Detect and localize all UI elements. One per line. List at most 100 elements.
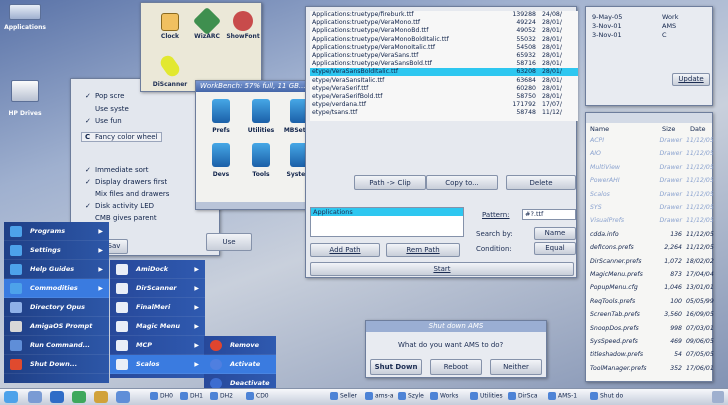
dir-row[interactable]: MagicMenu.prefs 873 17/04/04 bbox=[588, 271, 714, 279]
file-row[interactable]: Applications:truetype/VeraMonoBoldItalic… bbox=[310, 36, 578, 44]
file-list[interactable]: Applications:truetype/fireburk.ttf 139288… bbox=[310, 11, 578, 121]
start-button[interactable]: Start bbox=[310, 262, 574, 276]
dir-title-bar[interactable] bbox=[586, 113, 712, 123]
dir-row[interactable]: AIO Drawer 11/12/05 bbox=[588, 150, 714, 158]
submenu-item[interactable]: AmiDock ▶ bbox=[110, 260, 205, 279]
reboot-button[interactable]: Reboot bbox=[430, 359, 482, 375]
condition-cycle[interactable]: Equal bbox=[534, 242, 576, 255]
prefs-option-row[interactable]: ✓ Immediate sort bbox=[85, 166, 149, 174]
path-row[interactable]: Applications bbox=[311, 208, 463, 216]
taskbar-item[interactable]: Shut do bbox=[590, 392, 623, 400]
checkbox[interactable]: ✓ bbox=[85, 202, 95, 210]
file-row[interactable]: Applications:truetype/VeraSansBold.ttf 58… bbox=[310, 60, 578, 68]
prefs-option-row[interactable]: ✓ Disk activity LED bbox=[85, 202, 154, 210]
dir-row[interactable]: ReqTools.prefs 100 05/05/99 bbox=[588, 298, 714, 306]
dir-row[interactable]: titleshadow.prefs 54 07/05/05 bbox=[588, 351, 714, 359]
option-item[interactable]: Work bbox=[662, 13, 678, 21]
submenu-item[interactable]: Magic Menu ▶ bbox=[110, 317, 205, 336]
discanner-icon[interactable] bbox=[157, 52, 183, 80]
neither-button[interactable]: Neither bbox=[490, 359, 542, 375]
prefs-option-row[interactable]: C Fancy color wheel bbox=[81, 132, 162, 142]
checkbox[interactable]: ✓ bbox=[85, 92, 95, 100]
start-menu-item[interactable]: Shut Down... bbox=[4, 355, 109, 374]
taskbar-item[interactable]: DH0 bbox=[150, 392, 173, 400]
dir-row[interactable]: PopupMenu.cfg 1,046 13/01/01 bbox=[588, 284, 714, 292]
drawer-icon[interactable] bbox=[212, 143, 230, 167]
prefs-option-row[interactable]: ✓ Pop scre bbox=[85, 92, 124, 100]
file-row[interactable]: Applications:truetype/fireburk.ttf 139288… bbox=[310, 11, 578, 19]
checkbox[interactable]: ✓ bbox=[85, 166, 95, 174]
taskbar-item[interactable]: CD0 bbox=[246, 392, 269, 400]
dir-rows[interactable]: ACPI Drawer 11/12/05 AIO Drawer 11/12/05 Multi… bbox=[588, 137, 714, 382]
file-row[interactable]: Applications:truetype/VeraMonoItalic.ttf… bbox=[310, 44, 578, 52]
shutdown-button[interactable]: Shut Down bbox=[370, 359, 422, 375]
rem-path-button[interactable]: Rem Path bbox=[386, 243, 460, 257]
drawer-icon[interactable] bbox=[252, 99, 270, 123]
dir-row[interactable]: MultiView Drawer 11/12/05 bbox=[588, 164, 714, 172]
desktop-icon-hp-drives[interactable]: HP Drives bbox=[4, 80, 46, 120]
start-icon[interactable] bbox=[4, 391, 18, 403]
launcher-icon[interactable] bbox=[94, 391, 108, 403]
file-row[interactable]: etype/VeraSerifBold.ttf 58750 28/01/ bbox=[310, 93, 578, 101]
pattern-field[interactable]: #?.ttf bbox=[522, 209, 576, 220]
prefs-option-row[interactable]: CMB gives parent bbox=[85, 214, 157, 222]
shutdown-title-bar[interactable]: Shut down AMS bbox=[366, 321, 546, 332]
file-row[interactable]: etype/VeraSansItalic.ttf 63684 28/01/ bbox=[310, 77, 578, 85]
file-row[interactable]: Applications:truetype/VeraMono.ttf 49224 2… bbox=[310, 19, 578, 27]
update-button[interactable]: Update bbox=[672, 73, 710, 86]
path-list[interactable]: Applications bbox=[310, 207, 464, 237]
taskbar-item[interactable]: DH1 bbox=[180, 392, 203, 400]
file-row[interactable]: etype/VeraSansBoldItalic.ttf 63208 28/01/ bbox=[310, 68, 578, 77]
submenu-item[interactable]: DirScanner ▶ bbox=[110, 279, 205, 298]
taskbar-item[interactable]: Szyle bbox=[398, 392, 424, 400]
prefs-option-row[interactable]: Mix files and drawers bbox=[85, 190, 169, 198]
start-menu-item[interactable]: Commodities ▶ bbox=[4, 279, 109, 298]
search-by-cycle[interactable]: Name bbox=[534, 227, 576, 240]
dir-row[interactable]: ScreenTab.prefs 3,560 16/09/05 bbox=[588, 311, 714, 319]
add-path-button[interactable]: Add Path bbox=[310, 243, 380, 257]
clock-icon[interactable] bbox=[161, 13, 179, 31]
start-menu-item[interactable]: Help Guides ▶ bbox=[4, 260, 109, 279]
file-row[interactable]: etype/VeraSerif.ttf 60280 28/01/ bbox=[310, 85, 578, 93]
showfont-icon[interactable] bbox=[233, 11, 253, 31]
dir-row[interactable]: ToolManager.prefs 352 17/06/01 bbox=[588, 365, 714, 373]
start-menu-item[interactable]: Run Command... bbox=[4, 336, 109, 355]
taskbar-item[interactable]: Seller bbox=[330, 392, 357, 400]
launcher-icon[interactable] bbox=[116, 391, 130, 403]
copy-to-button[interactable]: Copy to... bbox=[426, 175, 498, 190]
launcher-icon[interactable] bbox=[28, 391, 42, 403]
taskbar-item[interactable]: Works bbox=[430, 392, 458, 400]
dir-row[interactable]: DirScanner.prefs 1,072 18/02/02 bbox=[588, 258, 714, 266]
checkbox[interactable]: C bbox=[85, 133, 95, 141]
option-item[interactable]: C bbox=[662, 31, 667, 39]
delete-button[interactable]: Delete bbox=[506, 175, 576, 190]
desktop-icon-applications[interactable]: Applications bbox=[4, 2, 46, 40]
file-row[interactable]: etype/verdana.ttf 171792 17/07/ bbox=[310, 101, 578, 109]
prefs-option-row[interactable]: ✓ Display drawers first bbox=[85, 178, 167, 186]
drawer-icon[interactable] bbox=[212, 99, 230, 123]
dir-row[interactable]: defIcons.prefs 2,264 11/12/05 bbox=[588, 244, 714, 252]
file-row[interactable]: Applications:truetype/VeraMonoBd.ttf 4905… bbox=[310, 27, 578, 35]
dir-row[interactable]: Scalos Drawer 11/12/05 bbox=[588, 191, 714, 199]
taskbar-item[interactable]: Utilities bbox=[470, 392, 503, 400]
dir-row[interactable]: SysSpeed.prefs 469 09/06/05 bbox=[588, 338, 714, 346]
file-row[interactable]: etype/tsans.ttf 58748 11/12/ bbox=[310, 109, 578, 117]
start-menu-item[interactable]: Directory Opus bbox=[4, 298, 109, 317]
file-row[interactable]: Applications:truetype/VeraSans.ttf 65932 2… bbox=[310, 52, 578, 60]
taskbar-item[interactable]: DirSca bbox=[508, 392, 538, 400]
submenu-item[interactable]: Scalos ▶ bbox=[110, 355, 205, 374]
use-button[interactable]: Use bbox=[206, 233, 252, 251]
start-menu-item[interactable]: Settings ▶ bbox=[4, 241, 109, 260]
header-date[interactable]: Date bbox=[690, 125, 706, 133]
submenu-item[interactable]: Remove bbox=[204, 336, 276, 355]
launcher-icon[interactable] bbox=[50, 391, 64, 403]
dir-row[interactable]: SnoopDos.prefs 998 07/03/01 bbox=[588, 325, 714, 333]
start-menu-item[interactable]: AmigaOS Prompt bbox=[4, 317, 109, 336]
launcher-icon[interactable] bbox=[72, 391, 86, 403]
header-size[interactable]: Size bbox=[662, 125, 675, 133]
option-item[interactable]: AMS bbox=[662, 22, 676, 30]
prefs-option-row[interactable]: ✓ Use fun bbox=[85, 117, 122, 125]
dir-row[interactable]: VisualPrefs Drawer 11/12/05 bbox=[588, 217, 714, 225]
submenu-item[interactable]: MCP ▶ bbox=[110, 336, 205, 355]
checkbox[interactable]: ✓ bbox=[85, 117, 95, 125]
